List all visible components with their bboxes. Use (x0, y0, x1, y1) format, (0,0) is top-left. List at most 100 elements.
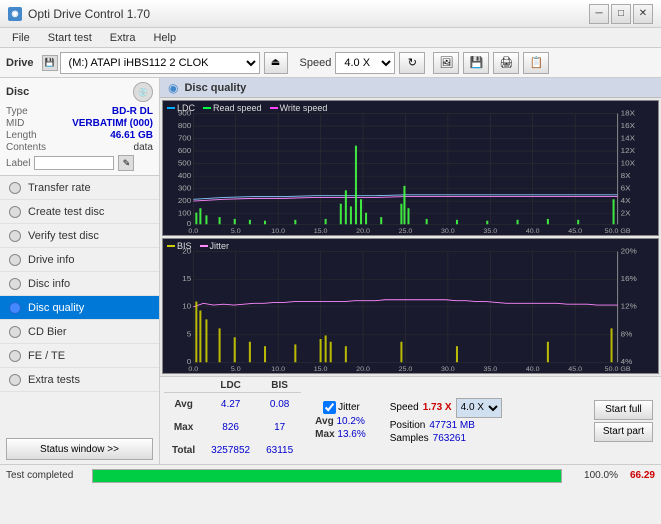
jitter-max-value: 13.6% (337, 429, 365, 440)
svg-text:800: 800 (178, 121, 191, 129)
close-button[interactable]: ✕ (633, 4, 653, 24)
label-label: Label (6, 158, 30, 169)
svg-text:15.0: 15.0 (314, 367, 328, 373)
svg-text:35.0: 35.0 (483, 229, 497, 235)
content-header-icon: ◉ (168, 81, 178, 95)
bottom-panel: LDC BIS Avg 4.27 0.08 Max 826 (160, 376, 661, 464)
maximize-button[interactable]: □ (611, 4, 631, 24)
content-header: ◉ Disc quality (160, 78, 661, 98)
speed-value: 1.73 X (423, 402, 452, 413)
speed-dropdown[interactable]: 4.0 X (456, 398, 502, 418)
svg-text:12%: 12% (621, 302, 637, 310)
nav-disc-info[interactable]: Disc info (0, 272, 159, 296)
toolbar: Drive 💾 (M:) ATAPI iHBS112 2 CLOK ⏏ Spee… (0, 48, 661, 78)
svg-text:50.0 GB: 50.0 GB (605, 229, 631, 235)
svg-text:30.0: 30.0 (441, 229, 455, 235)
svg-text:0.0: 0.0 (188, 229, 198, 235)
svg-text:8%: 8% (621, 330, 633, 338)
nav-cd-bier[interactable]: CD Bier (0, 320, 159, 344)
col-header-bis: BIS (258, 379, 301, 393)
menu-help[interactable]: Help (145, 30, 184, 46)
nav-verify-test-disc[interactable]: Verify test disc (0, 224, 159, 248)
position-row: Position 47731 MB (390, 420, 502, 431)
type-label: Type (6, 106, 28, 117)
mid-value: VERBATIMf (000) (72, 118, 153, 129)
svg-text:40.0: 40.0 (526, 229, 540, 235)
label-input[interactable] (34, 156, 114, 170)
svg-text:4%: 4% (621, 358, 633, 366)
svg-text:700: 700 (178, 134, 191, 142)
refresh-button[interactable]: ↻ (399, 52, 425, 74)
speed-select[interactable]: 4.0 X (335, 52, 395, 74)
label-edit-button[interactable]: ✎ (118, 155, 134, 171)
menu-file[interactable]: File (4, 30, 38, 46)
status-window-button[interactable]: Status window >> (6, 438, 153, 460)
menu-extra[interactable]: Extra (102, 30, 144, 46)
speed-label: Speed (390, 402, 419, 413)
mid-label: MID (6, 118, 24, 129)
svg-text:25.0: 25.0 (399, 229, 413, 235)
settings-button[interactable]: 🖼 (433, 52, 459, 74)
svg-text:35.0: 35.0 (483, 367, 497, 373)
nav-transfer-rate[interactable]: Transfer rate (0, 176, 159, 200)
jitter-checkbox[interactable] (323, 401, 336, 414)
svg-text:0: 0 (187, 220, 191, 228)
svg-text:6X: 6X (621, 184, 631, 192)
nav-disc-quality[interactable]: Disc quality (0, 296, 159, 320)
nav-disc-quality-label: Disc quality (28, 302, 84, 314)
svg-text:45.0: 45.0 (568, 367, 582, 373)
drive-label: Drive (6, 57, 34, 69)
drive-icon: 💾 (42, 55, 58, 71)
svg-text:2X: 2X (621, 209, 631, 217)
nav-cd-bier-label: CD Bier (28, 326, 67, 338)
jitter-legend-label: Jitter (210, 241, 230, 251)
nav-create-test-disc[interactable]: Create test disc (0, 200, 159, 224)
svg-text:45.0: 45.0 (568, 229, 582, 235)
position-value: 47731 MB (429, 420, 475, 431)
svg-text:400: 400 (178, 171, 191, 179)
nav-extra-tests[interactable]: Extra tests (0, 368, 159, 392)
nav-fe-te[interactable]: FE / TE (0, 344, 159, 368)
nav-transfer-rate-label: Transfer rate (28, 182, 91, 194)
stats-row-max: Max 826 17 (164, 416, 301, 439)
menu-start-test[interactable]: Start test (40, 30, 100, 46)
svg-text:600: 600 (178, 146, 191, 154)
svg-text:16X: 16X (621, 121, 635, 129)
ldc-legend-label: LDC (177, 103, 195, 113)
total-ldc: 3257852 (203, 439, 258, 462)
jitter-avg-label: Avg (315, 416, 336, 427)
print-button[interactable]: 🖨 (493, 52, 519, 74)
col-header-ldc: LDC (203, 379, 258, 393)
content-area: ◉ Disc quality LDC Read speed (160, 78, 661, 464)
progress-bar-container: Test completed 100.0% 66.29 (0, 464, 661, 486)
nav-drive-info[interactable]: Drive info (0, 248, 159, 272)
start-part-button[interactable]: Start part (594, 422, 653, 442)
start-full-button[interactable]: Start full (594, 400, 653, 420)
total-bis: 63115 (258, 439, 301, 462)
disc-info-icon: 💿 (133, 82, 153, 102)
eject-button[interactable]: ⏏ (264, 52, 288, 74)
svg-text:10.0: 10.0 (271, 367, 285, 373)
top-chart-svg: 900 800 700 600 500 400 300 200 100 0 18… (163, 101, 658, 235)
drive-select[interactable]: (M:) ATAPI iHBS112 2 CLOK (60, 52, 260, 74)
svg-text:10.0: 10.0 (271, 229, 285, 235)
top-chart-legend: LDC Read speed Write speed (167, 103, 327, 113)
app-icon: ◉ (8, 7, 22, 21)
svg-text:40.0: 40.0 (526, 367, 540, 373)
svg-text:5.0: 5.0 (231, 229, 241, 235)
jitter-checkbox-row[interactable]: Jitter (323, 401, 366, 414)
svg-text:20%: 20% (621, 247, 637, 255)
disc-quality-icon (8, 301, 22, 315)
minimize-button[interactable]: ─ (589, 4, 609, 24)
verify-test-disc-icon (8, 229, 22, 243)
copy-button[interactable]: 📋 (523, 52, 549, 74)
svg-text:10X: 10X (621, 159, 635, 167)
stats-table: LDC BIS Avg 4.27 0.08 Max 826 (164, 379, 301, 462)
cd-bier-icon (8, 325, 22, 339)
title-bar: ◉ Opti Drive Control 1.70 ─ □ ✕ (0, 0, 661, 28)
progress-fill (93, 470, 561, 482)
svg-text:20.0: 20.0 (356, 367, 370, 373)
save-button[interactable]: 💾 (463, 52, 489, 74)
total-label: Total (164, 439, 203, 462)
sidebar: Disc 💿 Type BD-R DL MID VERBATIMf (000) … (0, 78, 160, 464)
